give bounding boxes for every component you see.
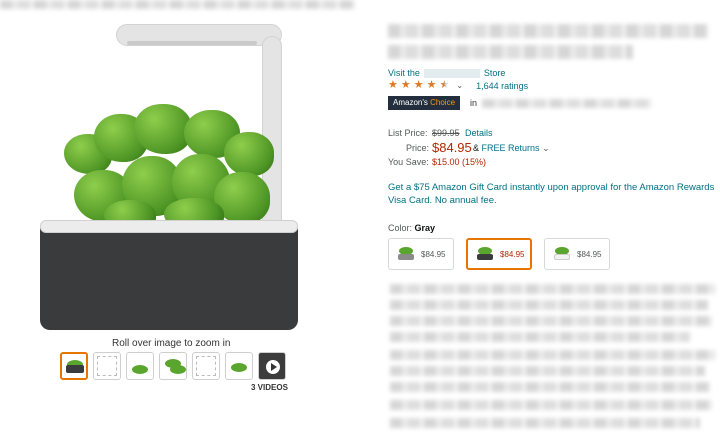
selected-color: Gray: [414, 223, 436, 233]
star-full-icon[interactable]: ★: [388, 80, 398, 91]
swatch-image: [476, 246, 494, 262]
videos-label: 3 VIDEOS: [251, 383, 288, 392]
you-save-value: $15.00 (15%): [432, 157, 487, 167]
current-price: $84.95: [432, 140, 472, 155]
blurred-category: [482, 99, 652, 108]
thumbnail-3[interactable]: [126, 352, 154, 380]
planter-lid: [40, 220, 298, 233]
zoom-hint: Roll over image to zoom in: [112, 338, 231, 349]
swatch-image: [553, 246, 571, 262]
blurred-bullet-1: [390, 284, 715, 294]
swatch-image: [397, 246, 415, 262]
badge-in-text: in: [470, 98, 478, 108]
blurred-title-line-1: [388, 24, 708, 38]
rating-row: ★ ★ ★ ★ ★ ⌄ 1,644 ratings: [388, 80, 528, 91]
you-save-label: You Save:: [388, 157, 429, 167]
thumbnail-strip: [60, 352, 286, 380]
details-link[interactable]: Details: [465, 128, 493, 138]
store-link[interactable]: Visit the Store: [388, 68, 505, 79]
chevron-down-icon: ⌄: [542, 143, 550, 153]
blurred-header: [0, 0, 355, 9]
product-main-image[interactable]: [38, 20, 300, 332]
blurred-bullet-5: [390, 350, 715, 360]
blurred-bullet-4: [390, 332, 690, 342]
amazons-choice-badge: Amazon's Choice: [388, 96, 461, 110]
blurred-bullet-9: [390, 418, 700, 428]
blurred-bullet-8: [390, 400, 712, 410]
video-thumbnail[interactable]: [258, 352, 286, 380]
planter-body: [40, 220, 298, 330]
list-price-value: $99.95: [432, 128, 460, 138]
color-swatches: $84.95 $84.95 $84.95: [388, 238, 610, 270]
play-icon: [266, 360, 280, 374]
blurred-store-name: [423, 69, 480, 79]
star-half-icon[interactable]: ★: [440, 80, 450, 91]
thumbnail-5[interactable]: [192, 352, 220, 380]
grow-light-arm: [116, 24, 282, 46]
thumbnail-4[interactable]: [159, 352, 187, 380]
thumbnail-6[interactable]: [225, 352, 253, 380]
star-full-icon[interactable]: ★: [427, 80, 437, 91]
color-option-1[interactable]: $84.95: [388, 238, 454, 270]
star-full-icon[interactable]: ★: [401, 80, 411, 91]
blurred-title-line-2: [388, 45, 633, 59]
blurred-bullet-6: [390, 366, 705, 376]
thumbnail-2[interactable]: [93, 352, 121, 380]
thumbnail-1[interactable]: [60, 352, 88, 380]
list-price-label: List Price:: [388, 128, 428, 138]
color-label: Color: Gray: [388, 223, 436, 233]
color-option-3[interactable]: $84.95: [544, 238, 610, 270]
price-label: Price:: [406, 143, 430, 153]
gift-card-promo-link[interactable]: Get a $75 Amazon Gift Card instantly upo…: [388, 181, 718, 207]
basil-plant: [64, 104, 276, 232]
chevron-down-icon[interactable]: ⌄: [456, 81, 463, 90]
free-returns-link[interactable]: & FREE Returns ⌄: [473, 143, 550, 154]
star-full-icon[interactable]: ★: [414, 80, 424, 91]
blurred-bullet-3: [390, 316, 712, 326]
blurred-bullet-2: [390, 300, 708, 310]
color-option-2[interactable]: $84.95: [466, 238, 532, 270]
blurred-bullet-7: [390, 382, 710, 392]
ratings-count-link[interactable]: 1,644 ratings: [476, 81, 528, 91]
